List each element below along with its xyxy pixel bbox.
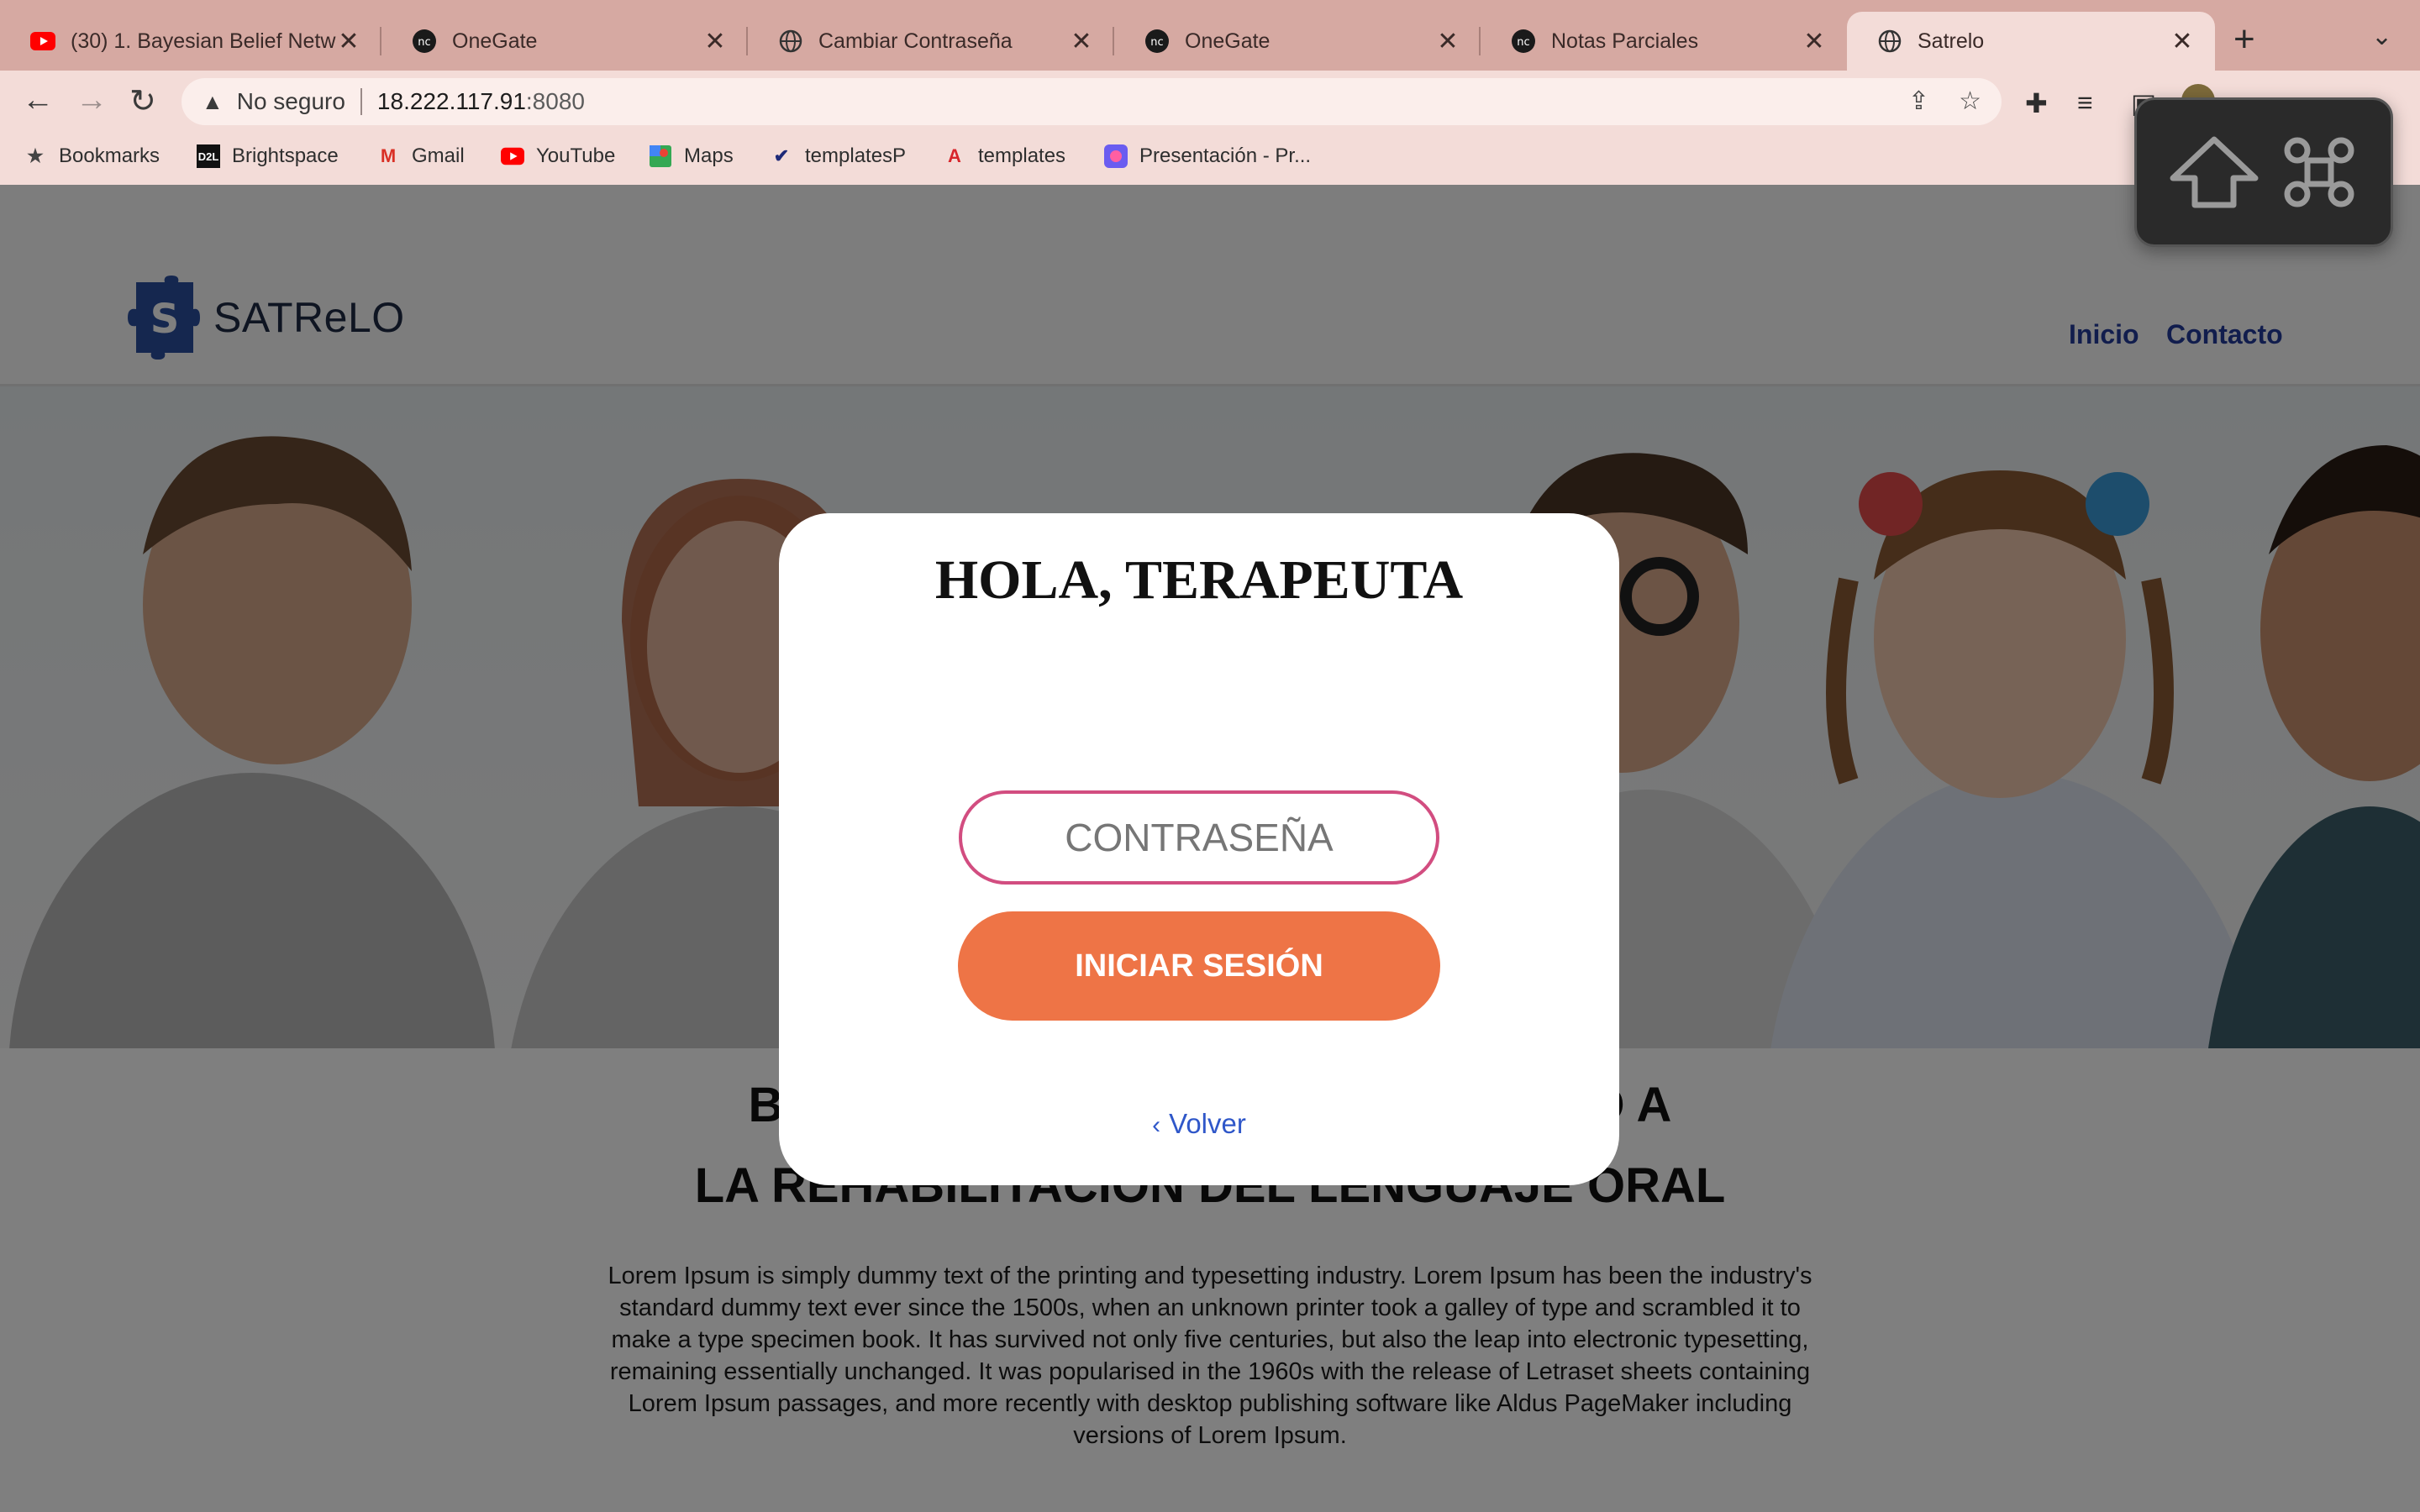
- tab-onegate[interactable]: nc OneGate ✕: [381, 12, 748, 71]
- login-modal: HOLA, TERAPEUTA INICIAR SESIÓN ‹ Volver: [779, 513, 1619, 1185]
- bookmark-label: Bookmarks: [59, 144, 160, 167]
- tab-title: Satrelo: [1918, 29, 1985, 53]
- extensions-icon[interactable]: ✚: [2025, 87, 2048, 119]
- warning-icon: ▲: [202, 88, 224, 114]
- bookmark-label: templates: [978, 144, 1066, 167]
- onegate-icon: nc: [1511, 29, 1536, 54]
- bookmark-presentacion[interactable]: Presentación - Pr...: [1104, 144, 1311, 168]
- url-host: 18.222.117.91: [376, 88, 526, 114]
- reload-icon[interactable]: ↻: [129, 82, 156, 120]
- bookmark-gmail[interactable]: M Gmail: [376, 144, 465, 168]
- close-icon[interactable]: ✕: [702, 27, 728, 56]
- login-button[interactable]: INICIAR SESIÓN: [958, 911, 1440, 1021]
- reading-list-icon[interactable]: ≡: [2077, 87, 2093, 118]
- svg-text:nc: nc: [1517, 36, 1529, 49]
- back-label: Volver: [1169, 1108, 1246, 1139]
- tab-title: OneGate: [452, 29, 538, 53]
- bookmark-youtube[interactable]: YouTube: [501, 144, 615, 168]
- url-port: :8080: [525, 88, 585, 114]
- web-page: S SATReLO Inicio Contacto: [0, 185, 2420, 1512]
- bookmark-bookmarks[interactable]: ★ Bookmarks: [24, 144, 160, 168]
- password-input[interactable]: [959, 790, 1439, 885]
- new-tab-icon[interactable]: +: [2233, 18, 2255, 60]
- gmail-icon: M: [380, 145, 397, 166]
- bookmark-label: YouTube: [536, 144, 616, 167]
- onegate-icon: nc: [412, 29, 437, 54]
- templatesp-icon: ✔: [773, 145, 790, 166]
- tab-title: Notas Parciales: [1551, 29, 1699, 53]
- shift-icon: [2170, 136, 2259, 208]
- bookmark-label: Presentación - Pr...: [1139, 144, 1312, 167]
- globe-icon: [778, 29, 803, 54]
- tab-satrelo[interactable]: Satrelo ✕: [1847, 12, 2215, 71]
- d2l-icon: D2L: [197, 144, 220, 168]
- maps-icon: [649, 144, 672, 168]
- tab-notas-parciales[interactable]: nc Notas Parciales ✕: [1481, 12, 1847, 71]
- svg-text:nc: nc: [1150, 36, 1163, 49]
- youtube-icon: [501, 144, 524, 168]
- command-icon: [2284, 137, 2354, 207]
- bookmark-brightspace[interactable]: D2L Brightspace: [197, 144, 339, 168]
- bookmark-label: templatesP: [805, 144, 907, 167]
- bookmark-label: Maps: [684, 144, 734, 167]
- close-icon[interactable]: ✕: [1802, 27, 1827, 56]
- tab-cambiar-contrasena[interactable]: Cambiar Contraseña ✕: [748, 12, 1114, 71]
- tab-onegate-2[interactable]: nc OneGate ✕: [1114, 12, 1481, 71]
- globe-icon: [1877, 29, 1902, 54]
- star-icon: ★: [27, 145, 44, 166]
- address-bar[interactable]: ▲ No seguro 18.222.117.91:8080 ⇪ ☆: [182, 78, 2002, 125]
- close-icon[interactable]: ✕: [1435, 27, 1460, 56]
- forward-arrow-icon[interactable]: →: [76, 82, 108, 118]
- bookmark-maps[interactable]: Maps: [649, 144, 734, 168]
- tab-title: OneGate: [1185, 29, 1270, 53]
- presentation-icon: [1104, 144, 1128, 168]
- youtube-icon: [30, 29, 55, 54]
- close-icon[interactable]: ✕: [336, 27, 361, 56]
- bookmarks-bar: ★ Bookmarks D2L Brightspace M Gmail YouT…: [0, 131, 2420, 185]
- tab-youtube[interactable]: (30) 1. Bayesian Belief Netw ✕: [0, 12, 381, 71]
- share-icon[interactable]: ⇪: [1908, 87, 1929, 116]
- browser-tab-strip: (30) 1. Bayesian Belief Netw ✕ nc OneGat…: [0, 0, 2420, 71]
- keyboard-shortcut-overlay: [2134, 97, 2393, 247]
- bookmark-templatesp[interactable]: ✔ templatesP: [770, 144, 906, 168]
- bookmark-label: Gmail: [412, 144, 465, 167]
- svg-text:nc: nc: [418, 36, 430, 49]
- tab-title: Cambiar Contraseña: [818, 29, 1013, 53]
- close-icon[interactable]: ✕: [1069, 27, 1094, 56]
- back-link[interactable]: ‹ Volver: [779, 1108, 1619, 1140]
- chevron-down-icon[interactable]: ⌄: [2371, 22, 2392, 51]
- chevron-left-icon: ‹: [1152, 1111, 1161, 1139]
- tab-title: (30) 1. Bayesian Belief Netw: [71, 29, 336, 53]
- address-divider: [360, 88, 362, 115]
- close-icon[interactable]: ✕: [2170, 27, 2195, 56]
- bookmark-label: Brightspace: [232, 144, 339, 167]
- bookmark-star-icon[interactable]: ☆: [1959, 87, 1981, 116]
- modal-title: HOLA, TERAPEUTA: [934, 549, 1464, 611]
- templates-icon: A: [948, 145, 961, 166]
- browser-toolbar: ← → ↻ ▲ No seguro 18.222.117.91:8080 ⇪ ☆…: [0, 71, 2420, 131]
- onegate-icon: nc: [1144, 29, 1170, 54]
- back-arrow-icon[interactable]: ←: [22, 82, 54, 118]
- bookmark-templates[interactable]: A templates: [943, 144, 1065, 168]
- security-label: No seguro: [236, 88, 345, 114]
